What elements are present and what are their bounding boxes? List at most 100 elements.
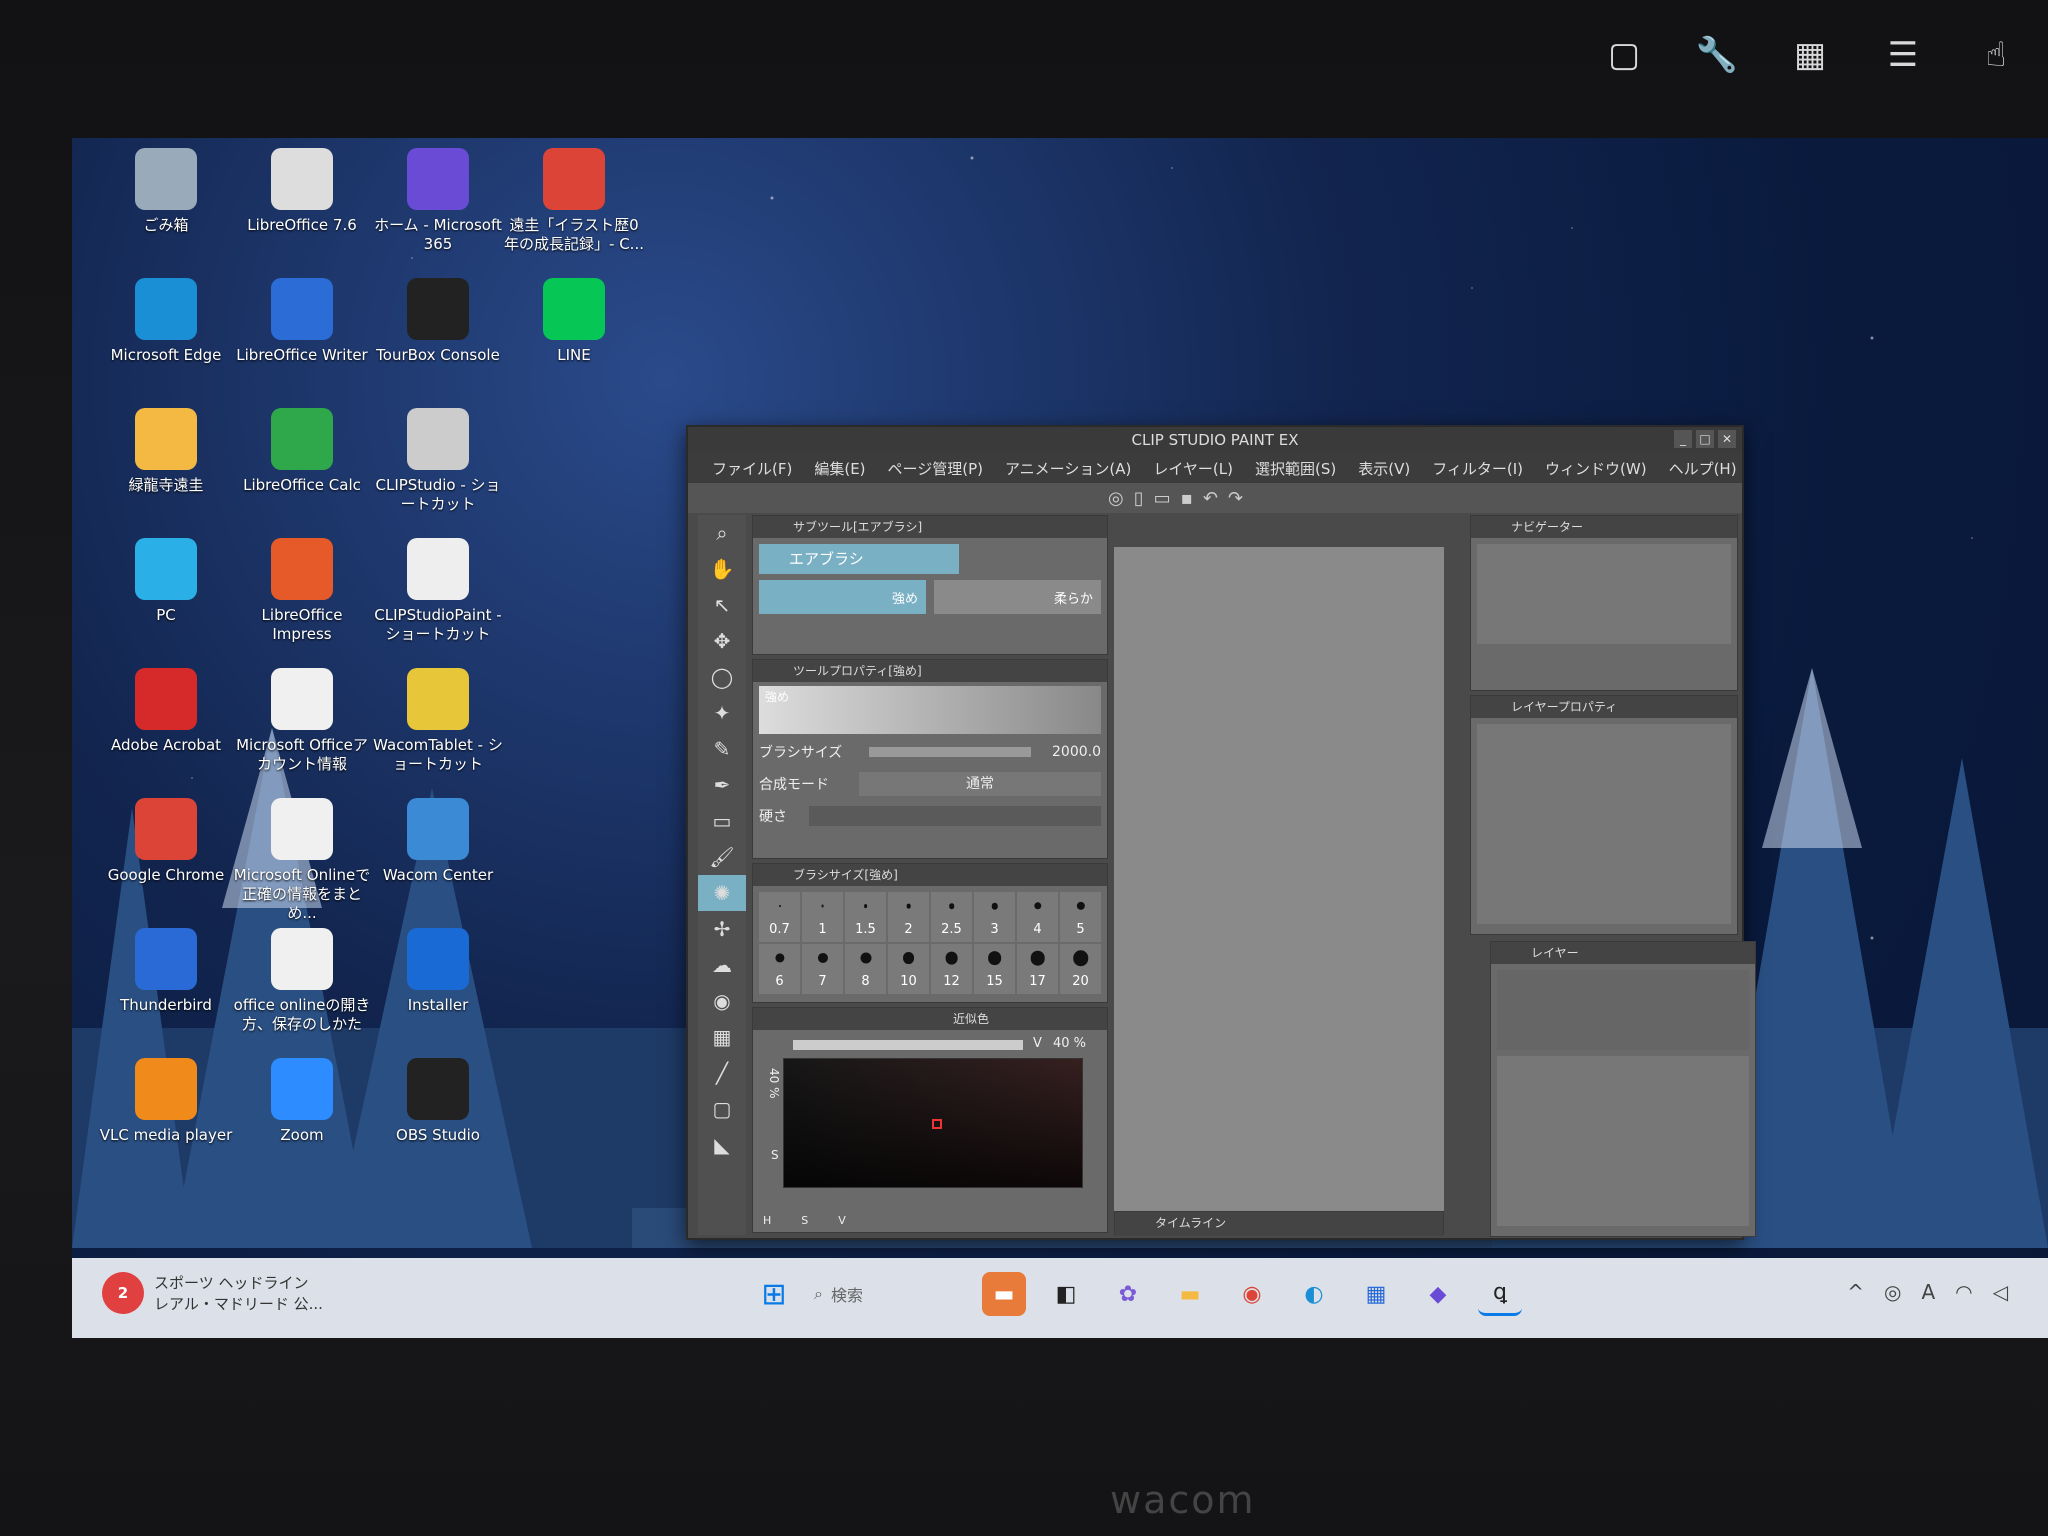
menu-item[interactable]: レイヤー(L) [1153, 458, 1233, 479]
m365-icon[interactable]: ◆ [1416, 1272, 1460, 1316]
edge-icon[interactable]: ◐ [1292, 1272, 1336, 1316]
brush-tool-icon[interactable]: 🖌 [698, 839, 746, 875]
layer-tab[interactable]: レイヤー [1491, 942, 1755, 964]
desktop-icon[interactable]: OBS Studio [368, 1058, 508, 1145]
menu-item[interactable]: ウィンドウ(W) [1545, 458, 1647, 479]
brush-soft[interactable]: 柔らか [934, 580, 1101, 614]
menu-item[interactable]: ページ管理(P) [888, 458, 983, 479]
decoration-tool-icon[interactable]: ✢ [698, 911, 746, 947]
eraser-tool-icon[interactable]: ▭ [698, 803, 746, 839]
brush-size-item[interactable]: 1 [802, 892, 843, 942]
hand-tool-icon[interactable]: ✋ [698, 551, 746, 587]
desktop-icon[interactable]: Zoom [232, 1058, 372, 1145]
brush-size-item[interactable]: 4 [1017, 892, 1058, 942]
zoom-tool-icon[interactable]: ⌕ [698, 515, 746, 551]
redo-icon[interactable]: ↷ [1228, 488, 1243, 509]
value-slider[interactable] [793, 1040, 1023, 1050]
undo-icon[interactable]: ↶ [1203, 488, 1218, 509]
navigator-tab[interactable]: ナビゲーター [1471, 516, 1737, 538]
desktop-icon[interactable]: office onlineの開き方、保存のしかた [232, 928, 372, 1034]
menu-item[interactable]: 表示(V) [1358, 458, 1410, 479]
brush-size-item[interactable]: 3 [974, 892, 1015, 942]
desktop-icon[interactable]: CLIPStudio - ショートカット [368, 408, 508, 514]
gradient-tool-icon[interactable]: ▦ [698, 1019, 746, 1055]
brush-size-item[interactable]: 10 [888, 944, 929, 994]
color-tab[interactable]: 近似色 [753, 1008, 1107, 1030]
eyedropper-tool-icon[interactable]: ✎ [698, 731, 746, 767]
desktop-icon[interactable]: Microsoft Onlineで正確の情報をまとめ... [232, 798, 372, 923]
brush-size-value[interactable]: 2000.0 [1031, 744, 1101, 760]
desktop-icon[interactable]: LibreOffice 7.6 [232, 148, 372, 235]
timeline-tab[interactable]: タイムライン [1115, 1212, 1443, 1236]
brush-size-item[interactable]: 8 [845, 944, 886, 994]
subtool-group-tab[interactable]: エアブラシ [759, 544, 959, 574]
chrome-icon[interactable]: ◉ [1230, 1272, 1274, 1316]
brush-size-item[interactable]: 15 [974, 944, 1015, 994]
taskbar-search[interactable]: ⌕ 検索 [814, 1282, 964, 1306]
wrench-icon[interactable]: 🔧 [1693, 31, 1741, 79]
lasso-tool-icon[interactable]: ◯ [698, 659, 746, 695]
desktop-icon[interactable]: Microsoft Edge [96, 278, 236, 365]
desktop-icon[interactable]: Google Chrome [96, 798, 236, 885]
brush-size-item[interactable]: 17 [1017, 944, 1058, 994]
tray-app-icon[interactable]: ◎ [1884, 1280, 1901, 1304]
figure-tool-icon[interactable]: ╱ [698, 1055, 746, 1091]
taskview-icon[interactable]: ◧ [1044, 1272, 1088, 1316]
brush-strong[interactable]: 強め [759, 580, 926, 614]
move-tool-icon[interactable]: ✥ [698, 623, 746, 659]
layer-property-tab[interactable]: レイヤープロパティ [1471, 696, 1737, 718]
desktop-icon[interactable]: VLC media player [96, 1058, 236, 1145]
close-icon[interactable]: ✕ [1718, 430, 1736, 448]
menu-icon[interactable]: ☰ [1879, 31, 1927, 79]
desktop-icon[interactable]: LINE [504, 278, 644, 365]
wifi-icon[interactable]: ◠ [1955, 1280, 1972, 1304]
menu-item[interactable]: ヘルプ(H) [1669, 458, 1737, 479]
frame-tool-icon[interactable]: ▢ [698, 1091, 746, 1127]
desktop-icon[interactable]: CLIPStudioPaint - ショートカット [368, 538, 508, 644]
canvas-area[interactable] [1114, 547, 1444, 1227]
desktop-icon[interactable]: 緑龍寺遠圭 [96, 408, 236, 495]
minimize-icon[interactable]: _ [1674, 430, 1692, 448]
clipstudiopaint-icon[interactable]: ꝗ [1478, 1272, 1522, 1316]
store-icon[interactable]: ▦ [1354, 1272, 1398, 1316]
brush-size-item[interactable]: 0.7 [759, 892, 800, 942]
desktop-icon[interactable]: LibreOffice Calc [232, 408, 372, 495]
brush-size-item[interactable]: 7 [802, 944, 843, 994]
open-file-icon[interactable]: ▭ [1154, 488, 1171, 509]
windows-start-icon[interactable]: ⊞ [752, 1272, 796, 1316]
save-icon[interactable]: ▪ [1181, 488, 1193, 509]
desktop-icon[interactable]: TourBox Console [368, 278, 508, 365]
brush-size-item[interactable]: 6 [759, 944, 800, 994]
desktop-icon[interactable]: WacomTablet - ショートカット [368, 668, 508, 774]
menu-item[interactable]: アニメーション(A) [1005, 458, 1131, 479]
menu-item[interactable]: 選択範囲(S) [1255, 458, 1336, 479]
copilot-icon[interactable]: ✿ [1106, 1272, 1150, 1316]
clipstudio-icon[interactable]: ◎ [1108, 488, 1124, 509]
ruler-tool-icon[interactable]: ◣ [698, 1127, 746, 1163]
blend-tool-icon[interactable]: ☁ [698, 947, 746, 983]
blend-mode-select[interactable]: 通常 [859, 772, 1101, 796]
brush-size-item[interactable]: 2.5 [931, 892, 972, 942]
brush-size-item[interactable]: 2 [888, 892, 929, 942]
window-icon[interactable]: ▢ [1600, 31, 1648, 79]
ime-icon[interactable]: A [1921, 1280, 1935, 1304]
wand-tool-icon[interactable]: ✦ [698, 695, 746, 731]
menu-item[interactable]: フィルター(I) [1432, 458, 1523, 479]
color-grid[interactable] [783, 1058, 1083, 1188]
hardness-slider[interactable] [809, 806, 1101, 826]
pen-tool-icon[interactable]: ✒ [698, 767, 746, 803]
brush-size-item[interactable]: 20 [1060, 944, 1101, 994]
news-widget[interactable]: 2 スポーツ ヘッドライン レアル・マドリード 公... [102, 1272, 323, 1314]
desktop-icon[interactable]: Microsoft Officeアカウント情報 [232, 668, 372, 774]
chevron-up-icon[interactable]: ^ [1847, 1280, 1864, 1304]
desktop-icon[interactable]: Installer [368, 928, 508, 1015]
folder-icon[interactable]: ▬ [1168, 1272, 1212, 1316]
new-file-icon[interactable]: ▯ [1134, 488, 1144, 509]
fill-tool-icon[interactable]: ◉ [698, 983, 746, 1019]
desktop-icon[interactable]: LibreOffice Impress [232, 538, 372, 644]
brush-size-item[interactable]: 1.5 [845, 892, 886, 942]
maximize-icon[interactable]: □ [1696, 430, 1714, 448]
keypad-icon[interactable]: ▦ [1786, 31, 1834, 79]
desktop-icon[interactable]: PC [96, 538, 236, 625]
menu-item[interactable]: 編集(E) [814, 458, 865, 479]
